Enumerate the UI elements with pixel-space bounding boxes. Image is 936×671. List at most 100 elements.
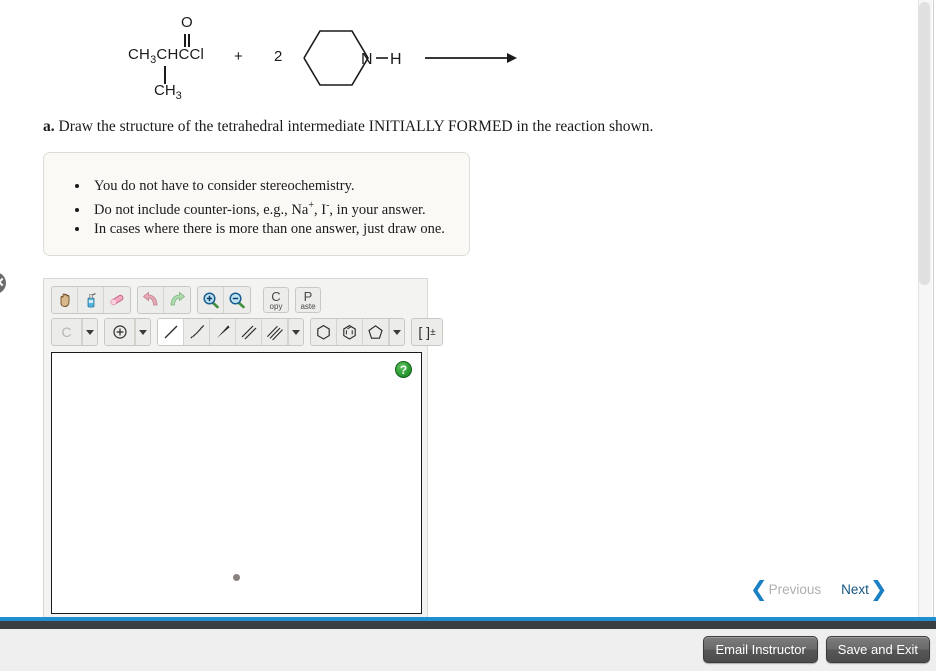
charge-dropdown-caret[interactable] — [135, 319, 150, 345]
benzene-ring-tool-button[interactable] — [337, 319, 363, 345]
cyclohexane-ring-tool-button[interactable] — [311, 319, 337, 345]
cyclopentane-ring-tool-button[interactable] — [363, 319, 389, 345]
single-bond-tool-button[interactable] — [158, 319, 184, 345]
branch-ch-sub: 3 — [175, 90, 182, 102]
next-button[interactable]: Next — [841, 582, 869, 597]
copy-label-small: opy — [269, 301, 283, 311]
copy-button[interactable]: C opy — [263, 287, 289, 313]
hint-text-2-post: , in your answer. — [329, 201, 426, 218]
bracket-charge-tool-button[interactable]: [ ] ± — [412, 319, 442, 345]
editor-toolbar-row-1: C opy P aste — [51, 286, 327, 314]
paste-button[interactable]: P aste — [295, 287, 321, 313]
single-bond-icon — [164, 325, 177, 339]
hint-text-2-mid: , I — [313, 201, 327, 218]
next-chevron-icon: ❯ — [869, 577, 888, 601]
bracket-tool-group: [ ] ± — [411, 318, 443, 346]
hint-text-2-pre: Do not include counter-ions, e.g., Na — [94, 201, 309, 218]
piperidine-ring-path — [303, 30, 369, 86]
previous-button[interactable]: Previous — [769, 582, 822, 597]
piperidine-svg: N H — [303, 30, 402, 86]
bond-dropdown-caret[interactable] — [288, 319, 303, 345]
canvas-atom-point[interactable] — [233, 574, 240, 581]
pan-tool-button[interactable] — [52, 287, 78, 313]
bond-tool-group — [157, 318, 304, 346]
hashed-bond-icon — [190, 325, 204, 339]
plus-sign: + — [234, 48, 243, 65]
save-and-exit-button[interactable]: Save and Exit — [825, 636, 930, 663]
transform-tool-group — [51, 286, 131, 314]
element-carbon-button[interactable]: C — [52, 319, 82, 345]
bottom-action-bar: Email Instructor Save and Exit — [0, 629, 936, 671]
stoichiometric-coefficient: 2 — [274, 48, 283, 65]
eraser-icon — [110, 294, 124, 306]
hexagon-icon — [317, 324, 330, 340]
page-viewport: O CH3CHCCl CH3 + 2 N H a. Draw the struc… — [0, 0, 936, 618]
previous-chevron-icon: ❮ — [750, 577, 768, 601]
hint-item-multiple-answers: In cases where there is more than one an… — [90, 220, 469, 239]
copy-label-big: C — [271, 288, 281, 304]
chevron-down-icon — [139, 329, 147, 335]
nitrogen-label: N — [361, 51, 373, 68]
wedge-bond-tool-button[interactable] — [210, 319, 236, 345]
question-body: Draw the structure of the tetrahedral in… — [58, 118, 654, 135]
circled-plus-icon — [112, 325, 127, 339]
redo-arrow-icon — [170, 291, 186, 306]
charge-tool-group — [104, 318, 151, 346]
hints-box: You do not have to consider stereochemis… — [43, 152, 470, 256]
zoom-out-tool-button[interactable] — [224, 287, 250, 313]
hand-icon — [60, 293, 69, 307]
eraser-tool-button[interactable] — [104, 287, 130, 313]
history-tool-group — [137, 286, 191, 314]
undo-arrow-icon — [142, 291, 157, 306]
question-label: a. — [43, 118, 55, 135]
question-navigation: ❮ Previous Next ❯ — [750, 576, 890, 602]
zoom-tool-group — [197, 286, 251, 314]
zoom-in-tool-button[interactable] — [198, 287, 224, 313]
editor-toolbar-row-2: C [] ± — [51, 318, 449, 346]
reaction-scheme: O CH3CHCCl CH3 + 2 N H — [0, 0, 936, 112]
page-scrollbar-thumb[interactable] — [919, 2, 930, 285]
charge-tool-button[interactable] — [105, 319, 135, 345]
spray-bottle-icon — [87, 293, 96, 308]
benzene-ring-icon — [343, 324, 356, 340]
formula-ch: CH — [128, 46, 151, 63]
reaction-arrow-svg — [425, 53, 517, 63]
reaction-arrow — [425, 50, 517, 66]
hints-list: You do not have to consider stereochemis… — [44, 153, 469, 239]
methyl-branch-label: CH3 — [154, 82, 182, 102]
hint-item-counterions: Do not include counter-ions, e.g., Na+, … — [90, 196, 469, 220]
element-dropdown-caret[interactable] — [82, 319, 97, 345]
bracket-sup-label: ± — [430, 326, 436, 338]
chevron-down-icon — [292, 329, 300, 335]
piperidine-structure: N H — [300, 24, 420, 94]
undo-tool-button[interactable] — [138, 287, 164, 313]
formula-rest: CHCCl — [156, 46, 205, 63]
element-tool-group: C — [51, 318, 98, 346]
hash-bond-tool-button[interactable] — [184, 319, 210, 345]
double-bond-icon — [241, 325, 256, 340]
element-carbon-label: C — [61, 324, 72, 340]
double-bond-tool-button[interactable] — [236, 319, 262, 345]
hint-item-stereochemistry: You do not have to consider stereochemis… — [90, 177, 469, 196]
left-panel-toggle-tab[interactable] — [0, 272, 6, 294]
ring-dropdown-caret[interactable] — [389, 319, 404, 345]
molecule-drawing-editor: C opy P aste C [] ± ? — [43, 278, 443, 618]
dark-divider-bar — [0, 621, 936, 629]
redo-tool-button[interactable] — [164, 287, 190, 313]
triple-bond-icon — [266, 325, 283, 341]
arrow-head — [507, 53, 517, 63]
triple-bond-tool-button[interactable] — [262, 319, 288, 345]
wedge-bond-icon — [216, 325, 230, 338]
paste-label-big: P — [303, 288, 313, 304]
question-text: a. Draw the structure of the tetrahedral… — [43, 118, 653, 136]
paste-label-small: aste — [300, 301, 316, 311]
email-instructor-button[interactable]: Email Instructor — [703, 636, 818, 663]
hint-text-3: In cases where there is more than one an… — [94, 220, 445, 237]
chevron-down-icon — [393, 329, 401, 335]
chevron-down-icon — [86, 329, 94, 335]
zoom-in-icon — [202, 292, 219, 309]
clean-tool-button[interactable] — [78, 287, 104, 313]
help-button[interactable]: ? — [395, 361, 412, 378]
drawing-canvas[interactable]: ? — [51, 352, 422, 614]
bottom-action-buttons: Email Instructor Save and Exit — [703, 636, 930, 663]
